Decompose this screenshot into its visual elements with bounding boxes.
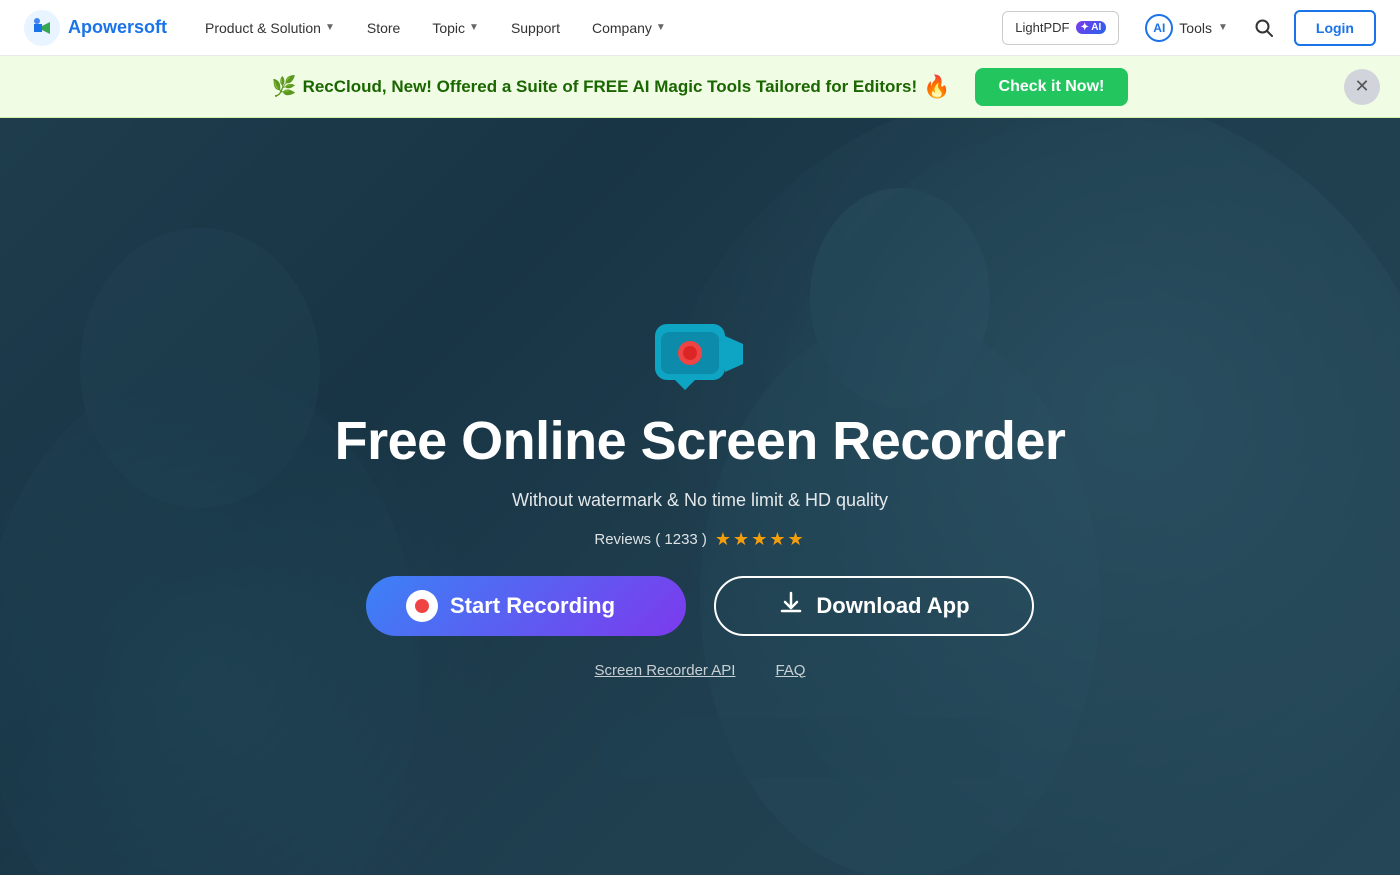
lightpdf-label: LightPDF [1015,20,1069,35]
logo-icon [24,10,60,46]
ai-badge: ✦ AI [1076,21,1107,34]
tools-icon: AI [1145,14,1173,42]
company-chevron-icon: ▼ [656,22,666,33]
search-button[interactable] [1246,10,1282,46]
recorder-app-icon [655,314,745,390]
nav-lightpdf[interactable]: LightPDF ✦ AI [1002,11,1119,45]
hero-icon-row [655,314,745,390]
product-chevron-icon: ▼ [325,22,335,33]
search-icon [1254,18,1274,38]
record-icon [406,590,438,622]
star-rating: ★★★★★ [715,529,806,550]
hero-content: Free Online Screen Recorder Without wate… [335,314,1066,678]
login-button[interactable]: Login [1294,10,1376,46]
download-arrow-icon [778,590,804,616]
close-icon: ✕ [1354,76,1369,97]
nav-tools[interactable]: AI Tools ▼ [1131,0,1242,56]
banner-cta-button[interactable]: Check it Now! [975,68,1129,106]
nav-product-solution[interactable]: Product & Solution ▼ [191,0,349,56]
nav-topic[interactable]: Topic ▼ [418,0,493,56]
hero-subtitle: Without watermark & No time limit & HD q… [512,490,888,511]
faq-link[interactable]: FAQ [775,662,805,679]
nav-store[interactable]: Store [353,0,414,56]
nav-support[interactable]: Support [497,0,574,56]
reviews-label: Reviews ( 1233 ) [594,531,707,548]
hero-title: Free Online Screen Recorder [335,412,1066,471]
record-dot [415,599,429,613]
fire-icon: 🔥 [923,74,950,100]
hero-buttons: Start Recording Download App [366,576,1034,636]
promo-banner: 🌿 RecCloud, New! Offered a Suite of FREE… [0,56,1400,118]
navbar: Apowersoft Product & Solution ▼ Store To… [0,0,1400,56]
start-recording-button[interactable]: Start Recording [366,576,686,636]
hero-reviews: Reviews ( 1233 ) ★★★★★ [594,529,805,550]
topic-chevron-icon: ▼ [469,22,479,33]
banner-text: 🌿 RecCloud, New! Offered a Suite of FREE… [272,74,951,100]
tools-chevron-icon: ▼ [1218,22,1228,33]
download-icon [778,590,804,622]
hero-section: Free Online Screen Recorder Without wate… [0,118,1400,875]
hero-links: Screen Recorder API FAQ [595,662,806,679]
reccloud-icon: 🌿 [272,74,297,99]
logo-text: Apowersoft [68,17,167,38]
download-app-button[interactable]: Download App [714,576,1034,636]
screen-recorder-api-link[interactable]: Screen Recorder API [595,662,736,679]
nav-company[interactable]: Company ▼ [578,0,680,56]
banner-close-button[interactable]: ✕ [1344,69,1380,105]
logo[interactable]: Apowersoft [24,10,167,46]
